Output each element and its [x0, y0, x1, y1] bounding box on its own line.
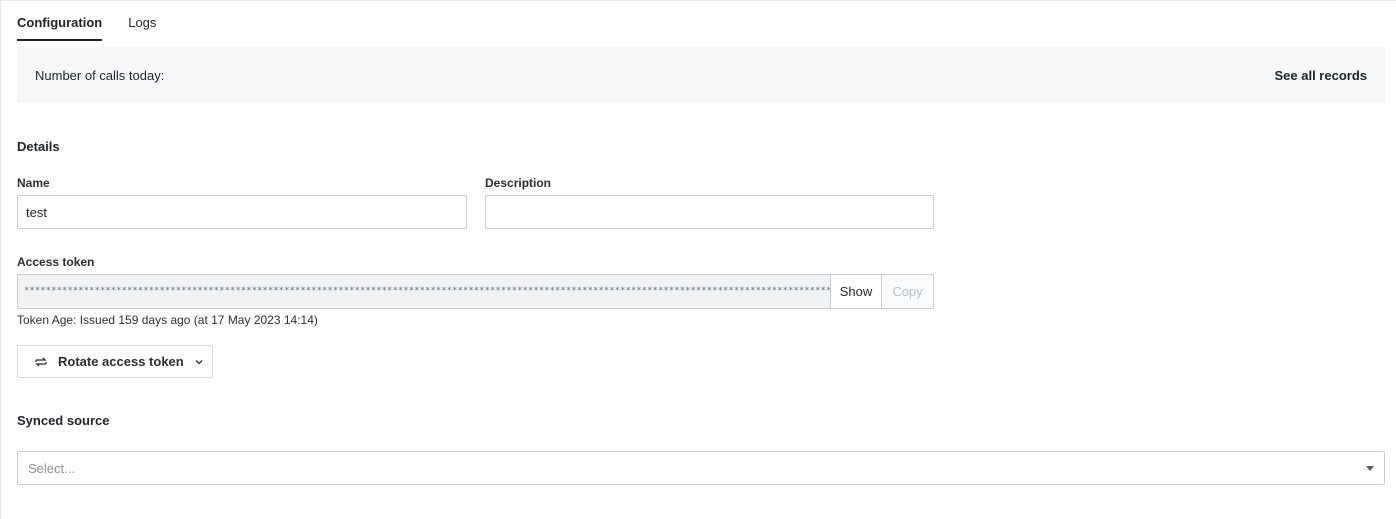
synced-source-heading: Synced source: [17, 413, 110, 428]
description-field[interactable]: [485, 195, 934, 229]
caret-down-icon: [1366, 465, 1374, 471]
select-placeholder: Select...: [28, 460, 75, 476]
rotate-access-token-button[interactable]: Rotate access token: [17, 345, 213, 378]
tab-bar: Configuration Logs: [17, 15, 156, 41]
tab-configuration[interactable]: Configuration: [17, 15, 103, 41]
description-label: Description: [485, 176, 552, 190]
chevron-down-icon: [194, 357, 204, 367]
access-token-field[interactable]: ****************************************…: [17, 274, 830, 309]
config-panel: Configuration Logs Number of calls today…: [0, 0, 1396, 519]
rotate-button-label: Rotate access token: [58, 354, 184, 369]
synced-source-select[interactable]: Select...: [17, 451, 1385, 485]
access-token-label: Access token: [17, 255, 95, 269]
show-token-button[interactable]: Show: [830, 274, 882, 309]
tab-logs[interactable]: Logs: [128, 15, 156, 41]
access-token-group: ****************************************…: [17, 274, 934, 309]
see-all-records-link[interactable]: See all records: [1275, 68, 1368, 83]
rotate-arrows-icon: [34, 355, 48, 369]
calls-summary-bar: Number of calls today: See all records: [17, 47, 1385, 103]
name-label: Name: [17, 176, 50, 190]
calls-today-label: Number of calls today:: [35, 67, 165, 83]
copy-token-button[interactable]: Copy: [882, 274, 934, 309]
details-heading: Details: [17, 139, 60, 154]
token-age-text: Token Age: Issued 159 days ago (at 17 Ma…: [17, 313, 318, 327]
name-field[interactable]: [17, 195, 467, 229]
